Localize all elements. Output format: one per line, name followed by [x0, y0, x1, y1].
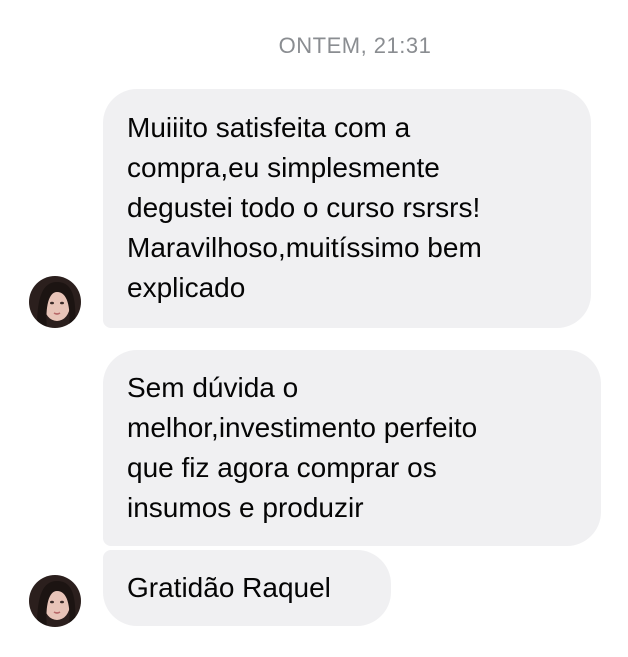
message-bubble[interactable]: Sem dúvida o melhor,investimento perfeit…: [103, 350, 601, 546]
avatar-photo-icon: [29, 575, 81, 627]
avatar[interactable]: [29, 575, 81, 627]
message-timestamp: ONTEM, 21:31: [278, 33, 432, 58]
avatar[interactable]: [29, 276, 81, 328]
avatar-photo-icon: [29, 276, 81, 328]
message-bubble[interactable]: Gratidão Raquel: [103, 550, 391, 626]
message-bubble[interactable]: Muiiito satisfeita com a compra,eu simpl…: [103, 89, 591, 328]
